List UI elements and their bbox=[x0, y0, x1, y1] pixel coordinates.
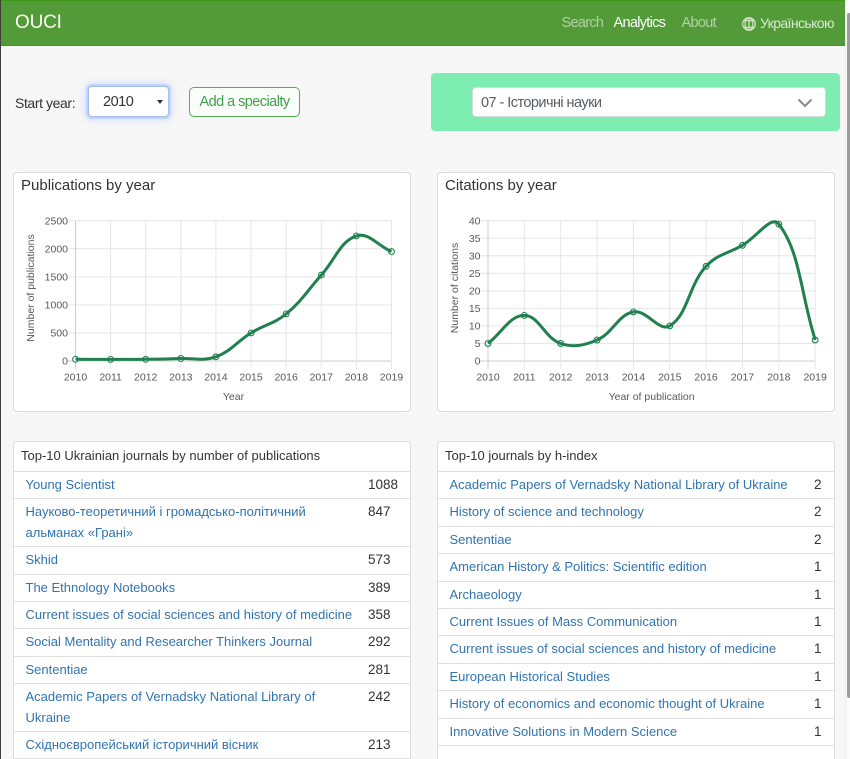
svg-text:2014: 2014 bbox=[204, 372, 228, 384]
svg-text:2000: 2000 bbox=[45, 243, 69, 255]
svg-text:Year of publication: Year of publication bbox=[609, 391, 695, 403]
svg-text:2011: 2011 bbox=[99, 372, 122, 384]
svg-text:15: 15 bbox=[469, 303, 481, 315]
svg-text:Number of publications: Number of publications bbox=[25, 234, 37, 341]
svg-text:2019: 2019 bbox=[803, 372, 827, 384]
svg-text:10: 10 bbox=[469, 321, 481, 333]
svg-text:2018: 2018 bbox=[767, 372, 791, 384]
svg-text:0: 0 bbox=[475, 356, 481, 368]
svg-text:2017: 2017 bbox=[731, 372, 755, 384]
svg-text:2011: 2011 bbox=[513, 372, 536, 384]
svg-text:2012: 2012 bbox=[549, 372, 573, 384]
svg-text:2015: 2015 bbox=[239, 372, 263, 384]
svg-text:2016: 2016 bbox=[274, 372, 298, 384]
svg-text:20: 20 bbox=[469, 285, 481, 297]
svg-text:2016: 2016 bbox=[694, 372, 718, 384]
svg-text:2500: 2500 bbox=[45, 215, 69, 227]
svg-text:40: 40 bbox=[469, 215, 481, 227]
svg-text:35: 35 bbox=[469, 233, 481, 245]
svg-text:2019: 2019 bbox=[380, 372, 404, 384]
svg-text:0: 0 bbox=[62, 356, 68, 368]
svg-text:25: 25 bbox=[469, 268, 481, 280]
svg-text:2015: 2015 bbox=[658, 372, 682, 384]
svg-text:30: 30 bbox=[469, 250, 481, 262]
svg-text:2010: 2010 bbox=[64, 372, 88, 384]
svg-text:500: 500 bbox=[50, 328, 68, 340]
svg-text:2013: 2013 bbox=[585, 372, 609, 384]
svg-text:1500: 1500 bbox=[45, 271, 69, 283]
svg-text:1000: 1000 bbox=[45, 300, 69, 312]
svg-text:2014: 2014 bbox=[622, 372, 646, 384]
svg-text:Year: Year bbox=[223, 391, 245, 403]
svg-text:2012: 2012 bbox=[134, 372, 158, 384]
svg-text:2010: 2010 bbox=[476, 372, 500, 384]
svg-text:2013: 2013 bbox=[169, 372, 193, 384]
svg-text:5: 5 bbox=[475, 338, 481, 350]
svg-text:2018: 2018 bbox=[345, 372, 369, 384]
svg-text:Number of citations: Number of citations bbox=[449, 243, 461, 333]
svg-text:2017: 2017 bbox=[310, 372, 334, 384]
